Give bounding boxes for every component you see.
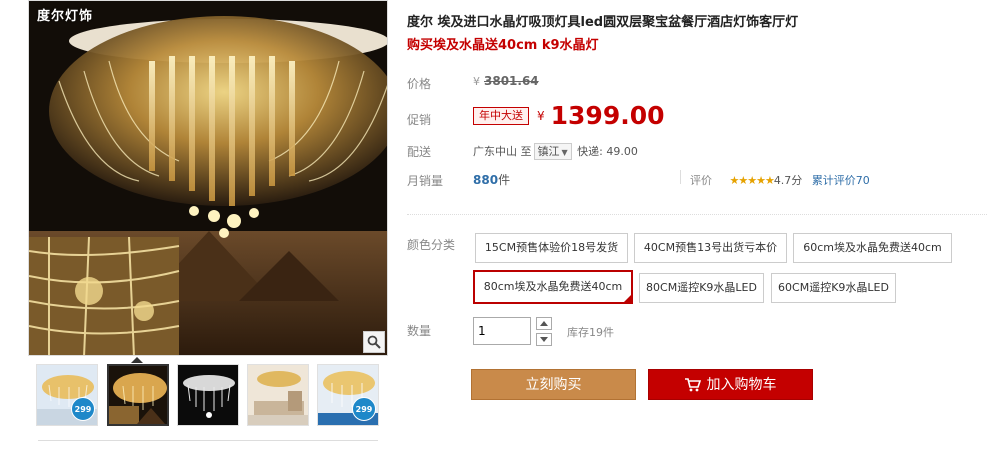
shipping-row: 广东中山 至镇江 ▼ 快递: 49.00 (473, 143, 638, 160)
option-label: 60CM遥控K9水晶LED (778, 281, 889, 294)
promo-currency: ¥ (537, 108, 545, 123)
review-summary: 评价 ★★★★★4.7分 累计评价70 (690, 172, 870, 188)
product-subtitle: 购买埃及水晶送40cm k9水晶灯 (407, 38, 599, 53)
product-info: 度尔 埃及进口水晶灯吸顶灯具led圆双层聚宝盆餐厅酒店灯饰客厅灯 购买埃及水晶送… (407, 0, 987, 451)
product-title: 度尔 埃及进口水晶灯吸顶灯具led圆双层聚宝盆餐厅酒店灯饰客厅灯 (407, 15, 799, 30)
options-label: 颜色分类 (407, 238, 456, 252)
option-80cm-remote[interactable]: 80CM遥控K9水晶LED (639, 273, 764, 303)
quantity-label: 数量 (407, 324, 432, 338)
thumbnail-5[interactable]: 299 (317, 364, 379, 426)
sales-count: 880 (473, 173, 499, 187)
original-price-row: ¥3801.64 (473, 74, 539, 88)
chevron-down-icon: ▼ (561, 148, 568, 157)
cumulative-reviews-link[interactable]: 累计评价70 (812, 174, 870, 187)
brand-logo: 度尔灯饰 (37, 9, 94, 24)
option-label: 15CM预售体验价18号发货 (484, 241, 619, 254)
sales-row: 880件 (473, 171, 510, 188)
sales-unit: 件 (498, 173, 511, 187)
chandelier-image (29, 1, 387, 355)
magnifier-icon (367, 335, 381, 349)
chevron-down-icon (540, 337, 548, 342)
option-80cm-gift[interactable]: 80cm埃及水晶免费送40cm (473, 270, 633, 304)
sales-label: 月销量 (407, 174, 444, 188)
quantity-input[interactable] (473, 317, 531, 345)
thumbnail-2[interactable] (107, 364, 169, 426)
add-cart-label: 加入购物车 (706, 377, 777, 393)
option-label: 80CM遥控K9水晶LED (646, 281, 757, 294)
gallery-divider (38, 440, 378, 441)
quantity-increase-button[interactable] (536, 317, 552, 330)
zoom-button[interactable] (363, 331, 385, 353)
thumbnail-strip: 299 299 (28, 357, 390, 430)
main-product-image[interactable]: 度尔灯饰 (28, 0, 388, 356)
thumbnail-1[interactable]: 299 (36, 364, 98, 426)
promo-label: 促销 (407, 113, 432, 127)
chevron-up-icon (540, 321, 548, 326)
promo-price: 1399.00 (550, 101, 665, 130)
ship-from: 广东中山 (473, 145, 517, 158)
promo-tag: 年中大送 (473, 106, 529, 125)
price-badge: 299 (71, 397, 95, 421)
cart-icon (684, 378, 701, 392)
quantity-decrease-button[interactable] (536, 333, 552, 346)
ship-to-word: 至 (520, 145, 532, 158)
option-15cm[interactable]: 15CM预售体验价18号发货 (475, 233, 628, 263)
thumbnail-image (109, 366, 167, 424)
option-label: 40CM预售13号出货亏本价 (643, 241, 778, 254)
stock-count: 库存19件 (567, 326, 614, 339)
thumbnail-4[interactable] (247, 364, 309, 426)
active-thumb-indicator (131, 357, 143, 363)
option-label: 60cm埃及水晶免费送40cm (803, 241, 942, 254)
section-divider (407, 214, 987, 215)
thumbnail-image (248, 365, 308, 425)
review-score: 4.7分 (773, 174, 803, 187)
promo-price-row: 年中大送 ¥1399.00 (473, 101, 665, 130)
option-label: 80cm埃及水晶免费送40cm (483, 280, 623, 293)
option-60cm-gift[interactable]: 60cm埃及水晶免费送40cm (793, 233, 952, 263)
buy-now-label: 立刻购买 (525, 377, 582, 393)
add-to-cart-button[interactable]: 加入购物车 (648, 369, 813, 400)
star-rating-icon: ★★★★★ (729, 174, 775, 187)
price-label: 价格 (407, 77, 432, 91)
divider (680, 170, 681, 184)
price-badge: 299 (352, 397, 376, 421)
currency-symbol: ¥ (473, 75, 480, 88)
buy-now-button[interactable]: 立刻购买 (471, 369, 636, 400)
option-60cm-remote[interactable]: 60CM遥控K9水晶LED (771, 273, 896, 303)
original-price: 3801.64 (484, 74, 539, 88)
option-40cm[interactable]: 40CM预售13号出货亏本价 (634, 233, 787, 263)
destination-select[interactable]: 镇江 ▼ (533, 143, 572, 160)
thumbnail-3[interactable] (177, 364, 239, 426)
thumbnail-image (178, 365, 238, 425)
destination-value: 镇江 (537, 145, 560, 158)
selected-check-icon (623, 294, 632, 303)
shipping-label: 配送 (407, 145, 432, 159)
product-gallery: 度尔灯饰 299 299 (28, 0, 390, 451)
review-label: 评价 (690, 174, 712, 187)
express-fee: 快递: 49.00 (577, 145, 638, 158)
